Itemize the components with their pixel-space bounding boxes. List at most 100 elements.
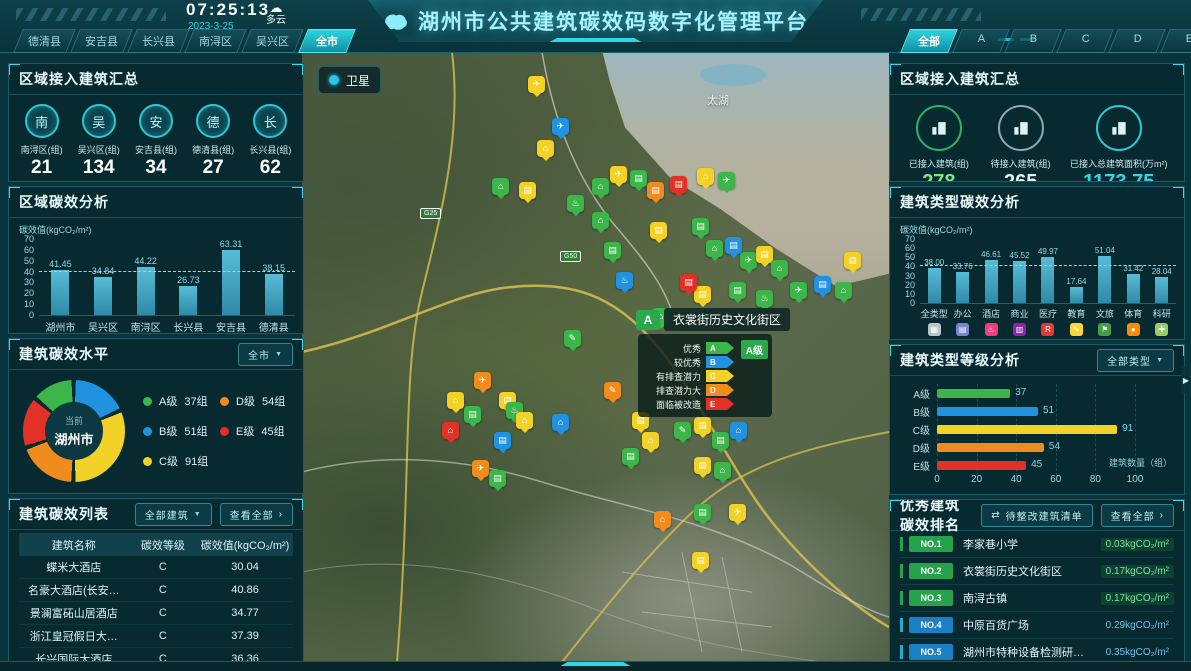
map-marker-home[interactable]: ⌂ [697,168,714,185]
bar-全类型[interactable]: 38.00 [920,239,948,303]
map-marker-building[interactable]: ▤ [694,504,711,521]
bar-办公[interactable]: 33.76 [948,239,976,303]
grade-tab-C[interactable]: C [1056,29,1114,53]
map-marker-home[interactable]: ⌂ [516,412,533,429]
map-marker-hotel[interactable]: ♨ [616,272,633,289]
table-row[interactable]: 浙江皇冠假日大…C37.39 [19,625,293,648]
grade-tab-B[interactable]: B [1004,29,1062,53]
region-tab-南浔区[interactable]: 南浔区 [184,29,247,53]
map-marker-building[interactable]: ▤ [692,552,709,569]
satellite-map[interactable]: G25G50 太湖 ✈✈⌂⌂▤♨⌂✈▤▤▤⌂✈⌂▤♨▤▤⌂▤✈▤⌂▤♨▤▤✈▤⌂… [302,52,889,662]
region-tab-德清县[interactable]: 德清县 [13,29,76,53]
map-marker-hotel[interactable]: ♨ [756,290,773,307]
map-marker-building[interactable]: ▤ [692,218,709,235]
grade-tab-A[interactable]: A [952,29,1010,53]
map-marker-building[interactable]: ▤ [844,252,861,269]
map-marker-plane[interactable]: ✈ [718,172,735,189]
map-marker-building[interactable]: ▤ [680,274,697,291]
map-marker-building[interactable]: ▤ [489,470,506,487]
map-marker-home[interactable]: ⌂ [654,511,671,528]
map-marker-building[interactable]: ▤ [814,276,831,293]
map-marker-building[interactable]: ▤ [604,242,621,259]
map-marker-plane[interactable]: ✈ [552,118,569,135]
ranking-row[interactable]: NO.3南浔古镇0.17kgCO₂/m² [900,585,1174,612]
bar-吴兴区[interactable]: 34.84 [82,239,125,315]
ranking-row[interactable]: NO.4中原百货广场0.29kgCO₂/m² [900,612,1174,639]
map-marker-home[interactable]: ⌂ [714,462,731,479]
map-marker-plane[interactable]: ✈ [729,504,746,521]
map-marker-home[interactable]: ⌂ [771,260,788,277]
map-marker-plane[interactable]: ✈ [610,166,627,183]
bar-科研[interactable]: 28.04 [1148,239,1176,303]
bar-南浔区[interactable]: 44.22 [124,239,167,315]
map-marker-building[interactable]: ▤ [647,182,664,199]
ranking-row[interactable]: NO.2衣裳街历史文化街区0.17kgCO₂/m² [900,558,1174,585]
region-tab-安吉县[interactable]: 安吉县 [70,29,133,53]
map-marker-home[interactable]: ⌂ [447,392,464,409]
bar-安吉县[interactable]: 63.31 [210,239,253,315]
bar-教育[interactable]: 17.64 [1062,239,1090,303]
panel-scroll-arrow[interactable]: ▶ [1181,366,1191,394]
map-marker-plane[interactable]: ✈ [528,76,545,93]
map-marker-home[interactable]: ⌂ [552,414,569,431]
map-marker-plane[interactable]: ✈ [740,252,757,269]
map-marker-home[interactable]: ⌂ [537,140,554,157]
map-marker-home[interactable]: ⌂ [642,432,659,449]
bar-商业[interactable]: 45.52 [1005,239,1033,303]
map-marker-building[interactable]: ▤ [630,170,647,187]
map-marker-building[interactable]: ▤ [494,432,511,449]
city-dropdown[interactable]: 全市 ▼ [238,343,293,366]
map-marker-home[interactable]: ⌂ [730,422,747,439]
view-all-button[interactable]: 查看全部 › [1101,504,1174,527]
map-marker-building[interactable]: ▤ [464,406,481,423]
ranking-row[interactable]: NO.1李家巷小学0.03kgCO₂/m² [900,531,1174,558]
map-marker-building[interactable]: ▤ [756,246,773,263]
grade-bar-C级[interactable]: C级91 [900,420,1174,438]
map-marker-home[interactable]: ⌂ [492,178,509,195]
map-marker-home[interactable]: ⌂ [592,212,609,229]
bar-湖州市[interactable]: 41.45 [39,239,82,315]
bar-医疗[interactable]: 49.97 [1034,239,1062,303]
satellite-toggle[interactable]: 卫星 [318,66,381,94]
building-filter-dropdown[interactable]: 全部建筑 ▼ [135,503,212,526]
map-marker-building[interactable]: ▤ [712,432,729,449]
grade-bar-B级[interactable]: B级51 [900,402,1174,420]
map-marker-plane[interactable]: ✈ [474,372,491,389]
region-tab-全市[interactable]: 全市 [298,29,356,53]
map-tooltip[interactable]: A 衣裳街历史文化街区 [636,308,790,331]
map-marker-building[interactable]: ▤ [694,457,711,474]
bar-体育[interactable]: 31.42 [1119,239,1147,303]
map-marker-building[interactable]: ▤ [670,176,687,193]
grade-bar-D级[interactable]: D级54 [900,438,1174,456]
grade-tab-全部[interactable]: 全部 [900,29,958,53]
map-marker-plane[interactable]: ✈ [790,282,807,299]
grade-tab-D[interactable]: D [1108,29,1166,53]
map-marker-home[interactable]: ⌂ [442,422,459,439]
map-marker-hotel[interactable]: ♨ [567,195,584,212]
type-filter-dropdown[interactable]: 全部类型 ▼ [1097,349,1174,372]
rework-list-button[interactable]: ⇄ 待整改建筑清单 [981,504,1092,527]
map-marker-school[interactable]: ✎ [674,422,691,439]
region-tab-吴兴区[interactable]: 吴兴区 [241,29,304,53]
map-marker-building[interactable]: ▤ [694,417,711,434]
table-row[interactable]: 景澜富砳山居酒店C34.77 [19,602,293,625]
map-marker-home[interactable]: ⌂ [835,282,852,299]
map-marker-school[interactable]: ✎ [564,330,581,347]
table-row[interactable]: 蝶米大酒店C30.04 [19,556,293,579]
map-marker-building[interactable]: ▤ [519,182,536,199]
grade-bar-E级[interactable]: E级45 [900,456,1174,474]
bar-酒店[interactable]: 46.61 [977,239,1005,303]
bar-德清县[interactable]: 38.15 [252,239,295,315]
bar-长兴县[interactable]: 26.73 [167,239,210,315]
map-marker-building[interactable]: ▤ [729,282,746,299]
view-all-button[interactable]: 查看全部 › [220,503,293,526]
region-tab-长兴县[interactable]: 长兴县 [127,29,190,53]
map-marker-building[interactable]: ▤ [650,222,667,239]
map-marker-home[interactable]: ⌂ [592,178,609,195]
table-row[interactable]: 名豪大酒店(长安…C40.86 [19,579,293,602]
grade-tab-E[interactable]: E [1160,29,1191,53]
map-marker-plane[interactable]: ✈ [472,460,489,477]
grade-bar-A级[interactable]: A级37 [900,384,1174,402]
map-marker-home[interactable]: ⌂ [706,240,723,257]
map-marker-building[interactable]: ▤ [725,237,742,254]
